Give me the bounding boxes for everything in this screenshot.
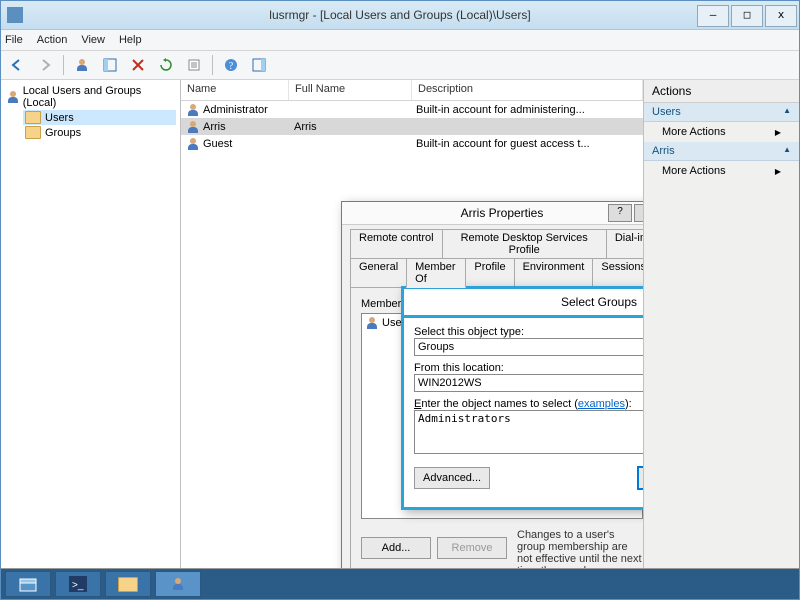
select-groups-dialog: Select Groups ? X Select this object typ… [401, 286, 644, 510]
add-button[interactable]: Add... [361, 537, 431, 559]
cell-fullname: Arris [294, 121, 317, 133]
actions-group-label: Users [652, 106, 681, 118]
user-list: Name Full Name Description Administrator… [181, 80, 644, 568]
dialog-help-button[interactable]: ? [608, 204, 632, 222]
examples-link[interactable]: examples [578, 398, 625, 410]
ok-button[interactable]: OK [638, 467, 644, 489]
nav-back-button[interactable] [5, 53, 29, 77]
menubar: File Action View Help [1, 30, 799, 51]
actions-group-users[interactable]: Users ▲ [644, 103, 799, 122]
collapse-icon: ▲ [783, 106, 791, 118]
dialog-title: Select Groups [561, 295, 637, 309]
tab-sessions[interactable]: Sessions [592, 258, 644, 287]
main-window: lusrmgr - [Local Users and Groups (Local… [0, 0, 800, 600]
help-icon[interactable]: ? [219, 53, 243, 77]
dialog-titlebar[interactable]: Arris Properties ? X [342, 202, 644, 225]
export-list-icon[interactable] [182, 53, 206, 77]
group-icon [366, 317, 378, 329]
actions-more-arris[interactable]: More Actions ▶ [644, 161, 799, 181]
show-hide-console-tree-icon[interactable] [98, 53, 122, 77]
tab-rdsp[interactable]: Remote Desktop Services Profile [442, 229, 607, 258]
location-field[interactable] [414, 374, 644, 392]
users-groups-icon [7, 91, 19, 103]
tree-groups[interactable]: Groups [23, 125, 176, 140]
taskbar-powershell-icon[interactable]: >_ [55, 571, 101, 597]
collapse-icon: ▲ [783, 145, 791, 157]
main-content: Local Users and Groups (Local) Users Gro… [1, 80, 799, 569]
actions-pane: Actions Users ▲ More Actions ▶ Arris ▲ More… [644, 80, 799, 568]
chevron-right-icon: ▶ [775, 167, 781, 176]
actions-header: Actions [644, 80, 799, 103]
toolbar: ? [1, 51, 799, 80]
svg-text:>_: >_ [72, 580, 84, 591]
actions-more-users[interactable]: More Actions ▶ [644, 122, 799, 142]
new-user-icon[interactable] [70, 53, 94, 77]
tree-root-label: Local Users and Groups (Local) [23, 85, 174, 109]
membership-note: Changes to a user's group membership are… [517, 529, 643, 568]
user-icon [187, 121, 199, 133]
titlebar: lusrmgr - [Local Users and Groups (Local… [1, 1, 799, 30]
tab-member-of[interactable]: Member Of [406, 258, 466, 288]
taskbar-server-manager-icon[interactable] [5, 571, 51, 597]
list-item[interactable]: Guest Built-in account for guest access … [181, 135, 643, 152]
tab-dialin[interactable]: Dial-in [606, 229, 644, 258]
cell-name: Arris [203, 121, 226, 133]
advanced-button[interactable]: Advanced... [414, 467, 490, 489]
folder-icon [25, 111, 41, 124]
svg-text:?: ? [229, 61, 234, 72]
cell-name: Guest [203, 138, 232, 150]
show-hide-action-pane-icon[interactable] [247, 53, 271, 77]
user-icon [187, 104, 199, 116]
refresh-icon[interactable] [154, 53, 178, 77]
names-label: Enter the object names to select (exampl… [414, 398, 644, 410]
tab-profile[interactable]: Profile [465, 258, 514, 287]
tree-users[interactable]: Users [23, 110, 176, 125]
names-label-1: nter the object names to select ( [421, 398, 578, 410]
nav-forward-button[interactable] [33, 53, 57, 77]
dialog-title: Arris Properties [461, 206, 544, 220]
taskbar: >_ [1, 569, 799, 599]
dialog-titlebar[interactable]: Select Groups ? X [404, 289, 644, 318]
actions-group-arris[interactable]: Arris ▲ [644, 142, 799, 161]
menu-help[interactable]: Help [119, 34, 142, 46]
dialog-close-button[interactable]: X [634, 204, 644, 222]
console-tree[interactable]: Local Users and Groups (Local) Users Gro… [1, 80, 181, 568]
names-label-2: ): [625, 398, 632, 410]
menu-action[interactable]: Action [37, 34, 68, 46]
menu-file[interactable]: File [5, 34, 23, 46]
actions-more-label: More Actions [662, 165, 726, 177]
window-title: lusrmgr - [Local Users and Groups (Local… [1, 8, 799, 22]
list-item[interactable]: Arris Arris [181, 118, 643, 135]
taskbar-lusrmgr-icon[interactable] [155, 571, 201, 597]
object-type-field[interactable] [414, 338, 644, 356]
column-headers: Name Full Name Description [181, 80, 643, 101]
user-icon [187, 138, 199, 150]
folder-icon [25, 126, 41, 139]
location-label: From this location: [414, 362, 644, 374]
tree-users-label: Users [45, 112, 74, 124]
menu-view[interactable]: View [81, 34, 105, 46]
remove-button[interactable]: Remove [437, 537, 507, 559]
tab-general[interactable]: General [350, 258, 407, 287]
col-name[interactable]: Name [181, 80, 289, 100]
actions-group-label: Arris [652, 145, 675, 157]
object-type-label: Select this object type: [414, 326, 644, 338]
chevron-right-icon: ▶ [775, 128, 781, 137]
cell-name: Administrator [203, 104, 268, 116]
tab-remote-control[interactable]: Remote control [350, 229, 443, 258]
object-names-input[interactable] [414, 410, 644, 454]
list-item[interactable]: Administrator Built-in account for admin… [181, 101, 643, 118]
cell-desc: Built-in account for guest access t... [416, 138, 590, 150]
col-description[interactable]: Description [412, 80, 643, 100]
tab-environment[interactable]: Environment [514, 258, 594, 287]
actions-more-label: More Actions [662, 126, 726, 138]
delete-icon[interactable] [126, 53, 150, 77]
tree-root[interactable]: Local Users and Groups (Local) [5, 84, 176, 110]
cell-desc: Built-in account for administering... [416, 104, 585, 116]
tree-groups-label: Groups [45, 127, 81, 139]
taskbar-explorer-icon[interactable] [105, 571, 151, 597]
col-fullname[interactable]: Full Name [289, 80, 412, 100]
